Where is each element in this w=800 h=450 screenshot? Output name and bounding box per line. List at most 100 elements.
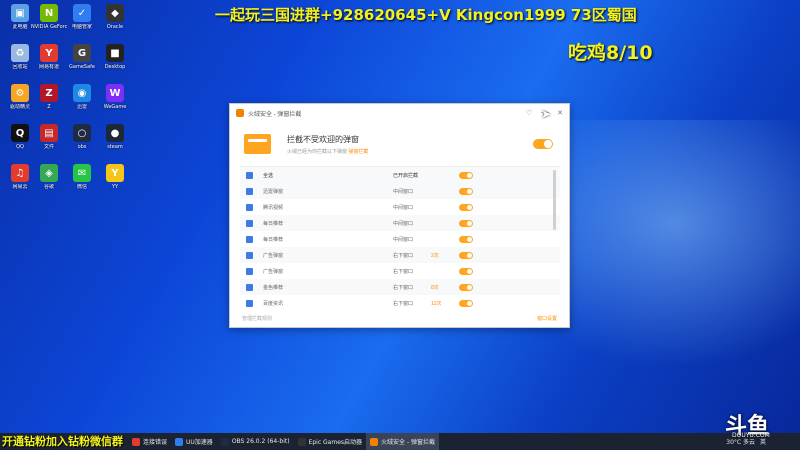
taskbar-item[interactable]: OBS 26.0.2 (64-bit) <box>217 433 294 450</box>
app-icon: ○ <box>73 124 91 142</box>
desktop-icon[interactable]: ◆ Oracle <box>97 4 133 44</box>
row-status: 右下窗口 <box>393 252 414 259</box>
taskbar-item-label: OBS 26.0.2 (64-bit) <box>231 438 290 445</box>
taskbar-item[interactable]: 火绒安全 - 弹窗拦截 <box>366 433 440 450</box>
popup-blocker-window: 火绒安全 - 弹窗拦截 ♡ — ✕ 拦截不受欢迎的弹窗 火绒已经为你拦截以下弹窗… <box>229 103 570 328</box>
desktop-icon[interactable]: Y YY <box>97 164 133 204</box>
row-toggle[interactable] <box>459 187 473 195</box>
list-item[interactable]: 腾讯视频 中间窗口 <box>240 199 560 215</box>
list-item[interactable]: 每日推荐 中间窗口 <box>240 215 560 231</box>
all-toggle[interactable] <box>459 171 473 179</box>
row-checkbox[interactable] <box>246 203 253 211</box>
list-item[interactable]: 每日推荐 中间窗口 <box>240 231 560 247</box>
list-header-row: 全选 已开启拦截 <box>240 167 560 183</box>
app-icon: N <box>40 4 58 22</box>
taskbar-app-icon <box>175 437 184 446</box>
desktop-icon-label: steam <box>107 144 123 150</box>
row-checkbox[interactable] <box>246 299 253 307</box>
row-checkbox[interactable] <box>246 251 253 259</box>
row-checkbox[interactable] <box>246 187 253 195</box>
stream-overlay-title: 一起玩三国进群+928620645+V Kingcon1999 73区蜀国 <box>215 6 637 24</box>
taskbar-item[interactable]: Epic Games启动器 <box>294 433 366 450</box>
row-count: 8次 <box>431 284 439 291</box>
row-toggle[interactable] <box>459 299 473 307</box>
app-icon: ▣ <box>11 4 29 22</box>
desktop-icon-label: NVIDIA GeForce <box>31 24 67 30</box>
header-link[interactable]: 弹窗拦截 <box>348 149 368 155</box>
column-name: 全选 <box>263 172 274 179</box>
row-toggle[interactable] <box>459 235 473 243</box>
row-checkbox[interactable] <box>246 267 253 275</box>
row-name: 广告弹窗 <box>263 268 284 275</box>
row-name: 金色推荐 <box>263 284 284 291</box>
row-status: 右下窗口 <box>393 300 414 307</box>
taskbar-item[interactable]: UU加速器 <box>171 433 217 450</box>
menu-icon[interactable]: ♡ <box>526 109 532 117</box>
row-toggle[interactable] <box>459 219 473 227</box>
desktop-icon[interactable]: ◉ 迅雷 <box>64 84 100 124</box>
taskbar-app-icon <box>132 437 140 446</box>
window-settings-link[interactable]: 窗口设置 <box>537 315 557 322</box>
close-icon[interactable]: ✕ <box>557 109 563 117</box>
desktop-icon[interactable]: ✓ 电脑管家 <box>64 4 100 44</box>
app-icon: ✉ <box>73 164 91 182</box>
desktop-icon[interactable]: G GameSafe <box>64 44 100 84</box>
desktop-icon-label: 电脑管家 <box>71 24 92 30</box>
desktop-icon-label: YY <box>111 184 119 190</box>
app-icon: W <box>106 84 124 102</box>
app-icon: ⚙ <box>11 84 29 102</box>
row-status: 右下窗口 <box>393 268 414 275</box>
taskbar-app-icon <box>297 437 306 446</box>
row-status: 右下窗口 <box>393 284 414 291</box>
mouse-cursor-icon: ➤ <box>541 107 552 121</box>
desktop-icon-label: 微信 <box>76 184 87 190</box>
dialog-header: 拦截不受欢迎的弹窗 火绒已经为你拦截以下弹窗 弹窗拦截 <box>230 122 569 166</box>
desktop-icon-label: 文件 <box>43 144 54 150</box>
list-scrollbar[interactable] <box>553 170 556 230</box>
taskbar-item[interactable]: 连接错误 <box>128 433 171 450</box>
row-toggle[interactable] <box>459 203 473 211</box>
select-all-checkbox[interactable] <box>246 171 253 179</box>
list-item[interactable]: 迅雷弹窗 中间窗口 <box>240 183 560 199</box>
row-name: 每日推荐 <box>263 220 284 227</box>
desktop-icon-label: Z <box>47 104 51 110</box>
row-checkbox[interactable] <box>246 283 253 291</box>
row-status: 中间窗口 <box>393 204 414 211</box>
row-checkbox[interactable] <box>246 235 253 243</box>
desktop-icon[interactable]: ◈ 谷歌 <box>31 164 67 204</box>
desktop-icon-label: WeGame <box>103 104 127 110</box>
desktop-icon[interactable]: N NVIDIA GeForce <box>31 4 67 44</box>
list-item[interactable]: 广告弹窗 右下窗口 <box>240 263 560 279</box>
manage-rules-link[interactable]: 管理拦截规则 <box>242 315 272 322</box>
desktop-icon[interactable]: Y 网易有道 <box>31 44 67 84</box>
app-icon: ✓ <box>73 4 91 22</box>
master-toggle[interactable] <box>533 139 553 149</box>
row-toggle[interactable] <box>459 283 473 291</box>
desktop-icon[interactable]: ✉ 微信 <box>64 164 100 204</box>
taskbar-item-label: Epic Games启动器 <box>308 439 363 446</box>
window-titlebar[interactable]: 火绒安全 - 弹窗拦截 ♡ — ✕ <box>230 104 569 122</box>
app-icon: ◈ <box>40 164 58 182</box>
row-status: 中间窗口 <box>393 188 414 195</box>
list-item[interactable]: 广告弹窗 右下窗口 2次 <box>240 247 560 263</box>
douyu-watermark-sub: DOUYU.COM <box>732 432 770 439</box>
row-toggle[interactable] <box>459 267 473 275</box>
desktop-icon-label: GameSafe <box>69 64 95 70</box>
desktop-icon-label: Oracle <box>106 24 124 30</box>
header-title: 拦截不受欢迎的弹窗 <box>287 134 359 144</box>
row-status: 中间窗口 <box>393 236 414 243</box>
list-item[interactable]: 金色推荐 右下窗口 8次 <box>240 279 560 295</box>
column-status: 已开启拦截 <box>393 172 419 179</box>
huorong-logo-icon <box>236 109 244 117</box>
desktop-icon[interactable]: ▤ 文件 <box>31 124 67 164</box>
taskbar-app-icon <box>220 437 229 446</box>
desktop-icon[interactable]: ZZ <box>31 84 67 124</box>
row-toggle[interactable] <box>459 251 473 259</box>
row-checkbox[interactable] <box>246 219 253 227</box>
desktop-icon[interactable]: ● steam <box>97 124 133 164</box>
app-icon: ♫ <box>11 164 29 182</box>
desktop-icon[interactable]: ■ Desktop <box>97 44 133 84</box>
desktop-icon[interactable]: ○ obs <box>64 124 100 164</box>
taskbar-app-icon <box>370 437 379 446</box>
desktop-icon[interactable]: W WeGame <box>97 84 133 124</box>
